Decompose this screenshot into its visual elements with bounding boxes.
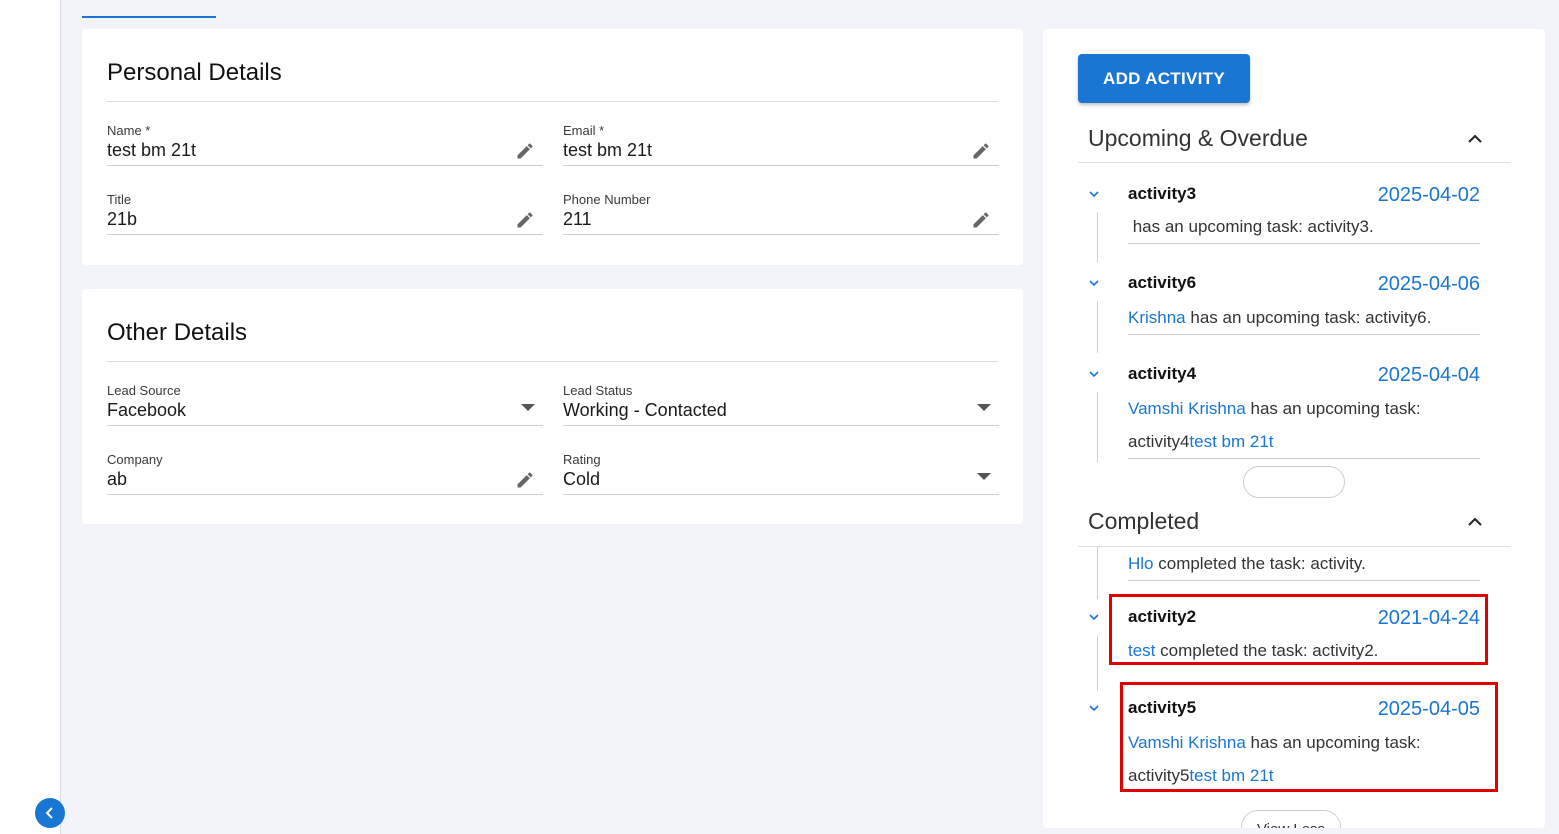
lead-source-value: Facebook xyxy=(107,400,187,420)
caret-down-icon[interactable] xyxy=(977,404,991,411)
section-divider xyxy=(1078,162,1511,163)
user-link[interactable]: Vamshi Krishna xyxy=(1128,399,1246,418)
activity-description: Vamshi Krishna has an upcoming task: act… xyxy=(1128,392,1480,459)
personal-details-title: Personal Details xyxy=(107,59,282,86)
chevron-up-icon[interactable] xyxy=(1467,514,1483,530)
title-value: 21b xyxy=(107,209,138,229)
activity-date: 2025-04-05 xyxy=(1377,698,1480,720)
rating-value: Cold xyxy=(563,469,601,489)
timeline-line xyxy=(1097,547,1098,599)
name-field[interactable]: Name * test bm 21t xyxy=(107,123,543,166)
email-field[interactable]: Email * test bm 21t xyxy=(563,123,999,166)
title-field[interactable]: Title 21b xyxy=(107,192,543,235)
divider xyxy=(107,101,998,102)
activity-description: Hlo completed the task: activity. xyxy=(1128,547,1480,581)
activity-name[interactable]: activity6 xyxy=(1128,273,1196,293)
left-sidebar xyxy=(0,0,61,834)
activity-date: 2025-04-02 xyxy=(1377,184,1480,206)
chevron-left-icon xyxy=(45,807,53,819)
timeline-item: activity2 2021-04-24 test completed the … xyxy=(1088,607,1488,691)
divider xyxy=(107,361,998,362)
timeline-line xyxy=(1097,635,1098,691)
pencil-icon[interactable] xyxy=(515,210,535,230)
pencil-icon[interactable] xyxy=(971,141,991,161)
view-less-button-upcoming[interactable] xyxy=(1243,466,1345,498)
email-value: test bm 21t xyxy=(563,140,653,160)
caret-down-icon[interactable] xyxy=(521,404,535,411)
phone-label: Phone Number xyxy=(563,192,651,207)
completed-section-title[interactable]: Completed xyxy=(1088,508,1199,535)
email-label: Email * xyxy=(563,123,605,138)
rating-select[interactable]: Rating Cold xyxy=(563,452,999,495)
chevron-down-icon[interactable] xyxy=(1088,611,1100,623)
caret-down-icon[interactable] xyxy=(977,473,991,480)
personal-details-card: Personal Details Name * test bm 21t Emai… xyxy=(82,29,1023,265)
activity-panel: ADD ACTIVITY Upcoming & Overdue activity… xyxy=(1043,29,1545,828)
lead-link[interactable]: test bm 21t xyxy=(1189,766,1273,785)
timeline-item: activity3 2025-04-02 has an upcoming tas… xyxy=(1088,184,1488,262)
phone-value: 211 xyxy=(563,209,592,229)
name-value: test bm 21t xyxy=(107,140,197,160)
company-value: ab xyxy=(107,469,128,489)
timeline-item: activity5 2025-04-05 Vamshi Krishna has … xyxy=(1088,698,1488,793)
activity-date: 2025-04-04 xyxy=(1377,364,1480,386)
other-details-title: Other Details xyxy=(107,319,248,346)
activity-description: test completed the task: activity2. xyxy=(1128,634,1480,667)
chevron-down-icon[interactable] xyxy=(1088,368,1100,380)
add-activity-button[interactable]: ADD ACTIVITY xyxy=(1078,54,1250,103)
pencil-icon[interactable] xyxy=(515,470,535,490)
upcoming-section-title[interactable]: Upcoming & Overdue xyxy=(1088,125,1308,152)
activity-description: Vamshi Krishna has an upcoming task: act… xyxy=(1128,726,1480,792)
active-tab-indicator xyxy=(82,16,216,18)
view-less-button[interactable]: View Less xyxy=(1241,810,1341,828)
company-field[interactable]: Company ab xyxy=(107,452,543,495)
activity-date: 2025-04-06 xyxy=(1377,273,1480,295)
sidebar-collapse-button[interactable] xyxy=(35,798,65,828)
activity-text: has an upcoming task: activity6. xyxy=(1185,308,1432,327)
activity-description: Krishna has an upcoming task: activity6. xyxy=(1128,301,1480,335)
timeline-item: activity4 2025-04-04 Vamshi Krishna has … xyxy=(1088,364,1488,462)
pencil-icon[interactable] xyxy=(515,141,535,161)
lead-source-label: Lead Source xyxy=(107,383,181,398)
timeline-line xyxy=(1097,301,1098,353)
phone-field[interactable]: Phone Number 211 xyxy=(563,192,999,235)
chevron-down-icon[interactable] xyxy=(1088,702,1100,714)
company-label: Company xyxy=(107,452,163,467)
activity-name[interactable]: activity2 xyxy=(1128,607,1196,627)
user-link[interactable]: Hlo xyxy=(1128,554,1154,573)
activity-name[interactable]: activity5 xyxy=(1128,698,1196,718)
chevron-down-icon[interactable] xyxy=(1088,188,1100,200)
timeline-line xyxy=(1097,212,1098,262)
chevron-down-icon[interactable] xyxy=(1088,277,1100,289)
pencil-icon[interactable] xyxy=(971,210,991,230)
title-label: Title xyxy=(107,192,132,207)
activity-date: 2021-04-24 xyxy=(1377,607,1480,629)
user-link[interactable]: Vamshi Krishna xyxy=(1128,733,1246,752)
activity-name[interactable]: activity4 xyxy=(1128,364,1196,384)
user-link[interactable]: test xyxy=(1128,641,1155,660)
timeline-line xyxy=(1097,392,1098,462)
lead-link[interactable]: test bm 21t xyxy=(1189,432,1273,451)
name-label: Name * xyxy=(107,123,151,138)
other-details-card: Other Details Lead Source Facebook Lead … xyxy=(82,289,1023,524)
timeline-item: activity6 2025-04-06 Krishna has an upco… xyxy=(1088,273,1488,353)
activity-text: completed the task: activity2. xyxy=(1155,641,1379,660)
activity-text: has an upcoming task: activity3. xyxy=(1128,217,1374,236)
rating-label: Rating xyxy=(563,452,601,467)
lead-status-select[interactable]: Lead Status Working - Contacted xyxy=(563,383,999,426)
activity-text: completed the task: activity. xyxy=(1153,554,1366,573)
activity-name[interactable]: activity3 xyxy=(1128,184,1196,204)
lead-source-select[interactable]: Lead Source Facebook xyxy=(107,383,543,426)
activity-description: has an upcoming task: activity3. xyxy=(1128,210,1480,244)
timeline-item: Hlo completed the task: activity. xyxy=(1088,547,1488,599)
chevron-up-icon[interactable] xyxy=(1467,131,1483,147)
lead-status-value: Working - Contacted xyxy=(563,400,727,420)
lead-status-label: Lead Status xyxy=(563,383,633,398)
user-link[interactable]: Krishna xyxy=(1128,308,1186,327)
